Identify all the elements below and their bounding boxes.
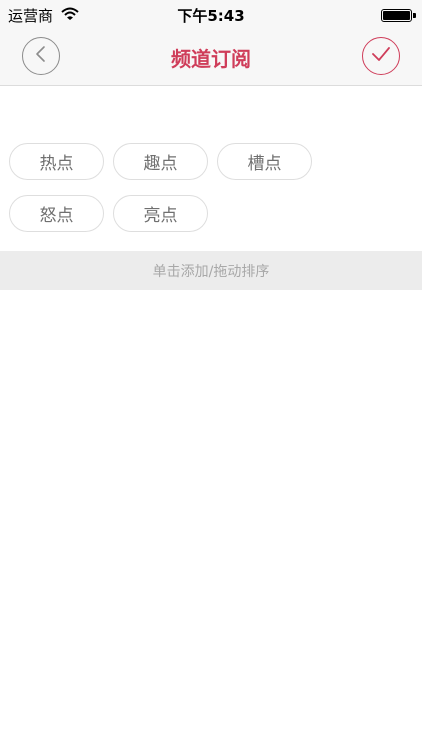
subscribed-channel-list: 热点 趣点 槽点 怒点 亮点 (9, 143, 413, 232)
page-title: 频道订阅 (171, 47, 251, 71)
status-time: 下午5:43 (177, 7, 245, 25)
channel-chip-fun[interactable]: 趣点 (113, 143, 208, 180)
battery-icon (381, 9, 412, 22)
channel-chip-highlight[interactable]: 亮点 (113, 195, 208, 232)
add-sort-hint: 单击添加/拖动排序 (0, 251, 422, 290)
battery-level (383, 11, 410, 20)
battery-tip (413, 13, 416, 18)
channel-chip-hot[interactable]: 热点 (9, 143, 104, 180)
status-bar: 运营商 下午5:43 (0, 0, 422, 30)
channel-chip-anger[interactable]: 怒点 (9, 195, 104, 232)
checkmark-icon (370, 45, 392, 67)
confirm-button[interactable] (362, 37, 400, 75)
channel-subscription-screen: 运营商 下午5:43 频道订阅 热点 趣点 槽点 怒点 亮点 单击添加/拖动排序 (0, 0, 422, 750)
channel-chip-roast[interactable]: 槽点 (217, 143, 312, 180)
nav-bar: 频道订阅 (0, 30, 422, 86)
